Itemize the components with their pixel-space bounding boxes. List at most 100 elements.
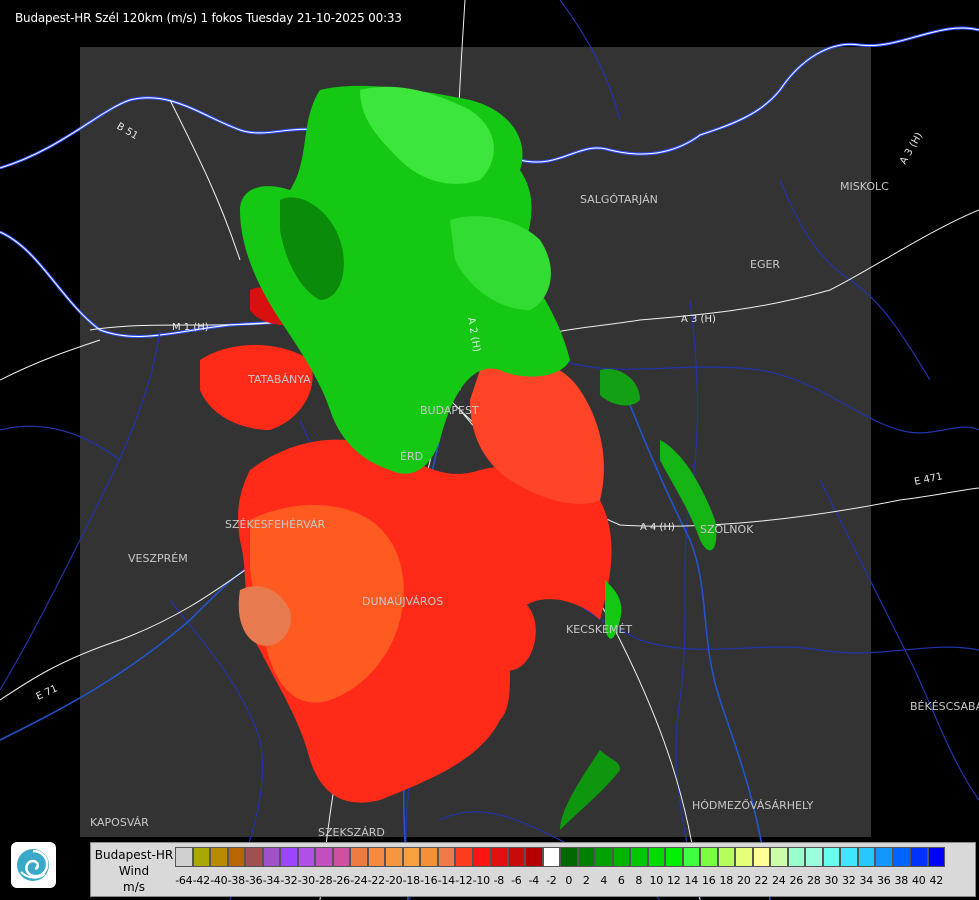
legend-swatch — [647, 847, 665, 867]
legend-tick-label: -40 — [210, 874, 228, 887]
legend-tick-label: 36 — [877, 874, 891, 887]
legend-tick-label: 18 — [719, 874, 734, 887]
road-label: A 4 (H) — [640, 522, 675, 533]
legend-swatch — [857, 847, 875, 867]
legend-tick-label: -32 — [280, 874, 298, 887]
city-label: BÉKÉSCSABA — [910, 700, 979, 713]
legend-swatch — [700, 847, 718, 867]
legend-title-line: Budapest-HR — [94, 848, 174, 862]
legend-title: Budapest-HR Wind m/s — [91, 847, 177, 895]
legend-swatch — [525, 847, 543, 867]
legend-tick-label: -12 — [455, 874, 473, 887]
legend-swatch — [927, 847, 945, 867]
legend-swatch — [665, 847, 683, 867]
legend-swatch — [402, 847, 420, 867]
legend-swatch — [245, 847, 263, 867]
legend-tick-label: -38 — [227, 874, 245, 887]
legend-swatches — [175, 847, 945, 867]
city-label: KAPOSVÁR — [90, 816, 149, 829]
road-label: E 71 — [35, 683, 60, 702]
legend-tick-label: -4 — [528, 874, 540, 887]
legend-tick-label: -6 — [511, 874, 522, 887]
legend-swatch — [735, 847, 753, 867]
legend-swatch — [577, 847, 595, 867]
legend-swatch — [175, 847, 193, 867]
legend-tick-label: -26 — [332, 874, 350, 887]
legend-swatch — [367, 847, 385, 867]
city-label: SZÉKESFEHÉRVÁR — [225, 518, 326, 531]
legend-swatch — [752, 847, 770, 867]
legend-swatch — [560, 847, 578, 867]
legend-swatch — [630, 847, 648, 867]
legend-tick-label: -10 — [472, 874, 490, 887]
legend-tick-label: -18 — [402, 874, 420, 887]
legend-tick-label: 2 — [582, 874, 590, 887]
city-label: TATABÁNYA — [247, 373, 311, 386]
legend-tick-label: 42 — [929, 874, 944, 887]
legend-swatch — [227, 847, 245, 867]
page-title: Budapest-HR Szél 120km (m/s) 1 fokos Tue… — [15, 11, 402, 25]
legend-tick-label: 22 — [754, 874, 769, 887]
legend-tick-label: 20 — [737, 874, 751, 887]
legend-tick-label: 32 — [842, 874, 856, 887]
city-label: KECSKEMÉT — [566, 623, 632, 636]
legend-tick-label: -36 — [245, 874, 263, 887]
city-label: BUDAPEST — [420, 404, 479, 417]
city-label: DUNAÚJVÁROS — [362, 595, 443, 608]
legend-tick-label: 12 — [667, 874, 681, 887]
legend-tick-label: -64 — [175, 874, 193, 887]
legend-tick-label: 26 — [789, 874, 804, 887]
legend-swatch — [420, 847, 438, 867]
city-label: MISKOLC — [840, 180, 889, 193]
legend-swatch — [455, 847, 473, 867]
city-label: EGER — [750, 258, 780, 271]
legend-swatch — [210, 847, 228, 867]
legend-swatch — [892, 847, 910, 867]
city-label: ÉRD — [400, 450, 423, 463]
legend-swatch — [612, 847, 630, 867]
road-label: M 1 (H) — [172, 322, 209, 333]
city-label: SZEKSZÁRD — [318, 826, 385, 839]
legend-tick-label: -8 — [493, 874, 505, 887]
legend-tick-label: -16 — [420, 874, 438, 887]
legend-swatch — [332, 847, 350, 867]
legend-swatch — [262, 847, 280, 867]
legend-ticks: -64 -42 -40 -38 -36 -34 -32 -30 -28 -26 -24 -22 -20-… — [175, 874, 975, 890]
legend-tick-label: -24 — [350, 874, 368, 887]
legend-tick-label: 28 — [807, 874, 821, 887]
legend-tick-label: 24 — [772, 874, 786, 887]
legend-swatch — [490, 847, 508, 867]
legend-title-line: m/s — [123, 880, 145, 894]
radar-map[interactable]: SALGÓTARJÁN MISKOLC EGER TATABÁNYA BUDAP… — [0, 0, 979, 900]
color-legend: Budapest-HR Wind m/s -64 -42 -40 -38 -36 -34-… — [90, 842, 976, 897]
city-label: SZOLNOK — [700, 523, 754, 536]
legend-tick-label: -2 — [546, 874, 557, 887]
legend-tick-label: 10 — [649, 874, 664, 887]
legend-tick-label: 6 — [617, 874, 625, 887]
legend-swatch — [350, 847, 368, 867]
legend-tick-label: 16 — [702, 874, 716, 887]
legend-swatch — [280, 847, 298, 867]
legend-tick-label: -22 — [367, 874, 385, 887]
omsz-logo-icon — [11, 842, 56, 888]
legend-swatch — [770, 847, 788, 867]
road-label: E 471 — [913, 471, 943, 488]
legend-tick-label: -42 — [192, 874, 210, 887]
city-label: HÓDMEZŐVÁSÁRHELY — [692, 798, 814, 812]
legend-tick-label: 38 — [894, 874, 909, 887]
legend-tick-label: 8 — [635, 874, 643, 887]
legend-tick-label: 40 — [912, 874, 926, 887]
legend-swatch — [297, 847, 315, 867]
road-label: A 3 (H) — [898, 131, 925, 167]
legend-swatch — [542, 847, 560, 867]
legend-swatch — [507, 847, 525, 867]
legend-tick-label: 0 — [565, 874, 573, 887]
legend-tick-label: -14 — [437, 874, 455, 887]
legend-swatch — [717, 847, 735, 867]
legend-tick-label: -20 — [385, 874, 403, 887]
legend-swatch — [875, 847, 893, 867]
legend-swatch — [385, 847, 403, 867]
legend-swatch — [595, 847, 613, 867]
road-label: A 3 (H) — [681, 314, 716, 325]
legend-swatch — [315, 847, 333, 867]
